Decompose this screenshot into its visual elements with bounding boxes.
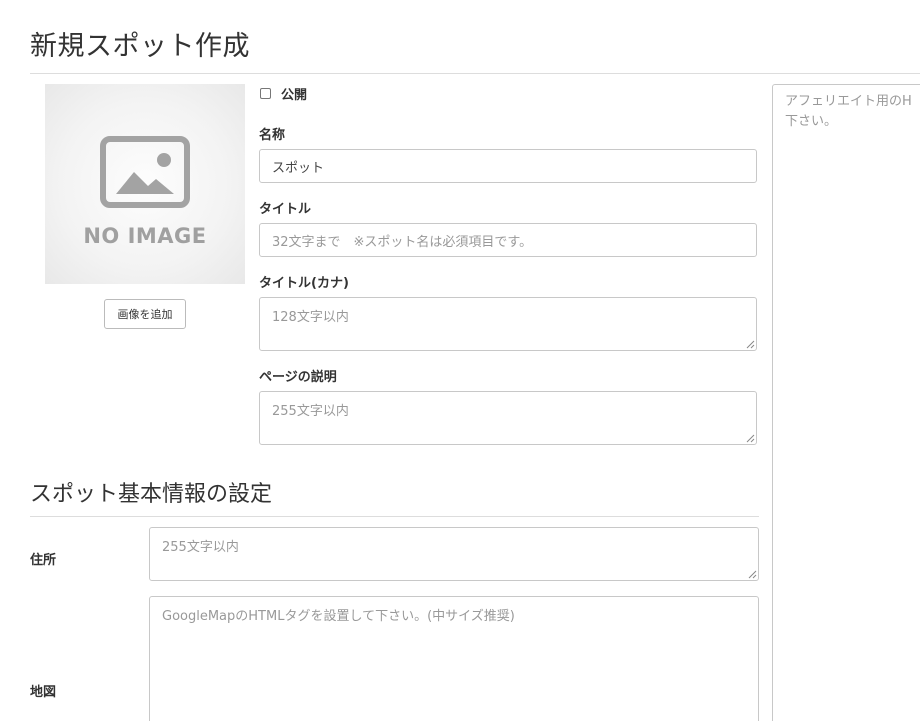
- title-kana-placeholder: 128文字以内: [272, 310, 349, 325]
- title-kana-textarea[interactable]: 128文字以内: [259, 297, 757, 351]
- section-divider: [30, 516, 759, 517]
- map-label: 地図: [30, 685, 57, 700]
- title-input[interactable]: 32文字まで ※スポット名は必須項目です。: [259, 223, 757, 257]
- name-input[interactable]: スポット: [259, 149, 757, 183]
- title-kana-label: タイトル(カナ): [259, 276, 349, 291]
- resize-handle-icon[interactable]: [746, 340, 755, 349]
- page-description-textarea[interactable]: 255文字以内: [259, 391, 757, 445]
- title-divider: [30, 73, 920, 74]
- address-placeholder: 255文字以内: [162, 540, 239, 555]
- name-label: 名称: [259, 128, 286, 143]
- affiliate-textarea[interactable]: アフェリエイト用のH 下さい。: [772, 84, 920, 721]
- address-textarea[interactable]: 255文字以内: [149, 527, 759, 581]
- image-icon: [100, 136, 190, 208]
- resize-handle-icon[interactable]: [748, 570, 757, 579]
- map-textarea[interactable]: GoogleMapのHTMLタグを設置して下さい。(中サイズ推奨): [149, 596, 759, 721]
- map-placeholder: GoogleMapのHTMLタグを設置して下さい。(中サイズ推奨): [162, 609, 515, 624]
- no-image-label: NO IMAGE: [83, 224, 207, 248]
- publish-row: 公開: [259, 84, 308, 103]
- page-title: 新規スポット作成: [30, 31, 250, 62]
- spot-create-page: 新規スポット作成 NO IMAGE 画像を追加 公開 名称 スポット タイトル …: [0, 0, 920, 721]
- add-image-button[interactable]: 画像を追加: [104, 299, 186, 329]
- section-title-basic-info: スポット基本情報の設定: [30, 482, 273, 507]
- resize-handle-icon[interactable]: [746, 434, 755, 443]
- title-label: タイトル: [259, 202, 312, 217]
- image-placeholder: NO IMAGE: [45, 84, 245, 284]
- page-description-label: ページの説明: [259, 370, 337, 385]
- page-description-placeholder: 255文字以内: [272, 404, 349, 419]
- address-label: 住所: [30, 553, 57, 568]
- publish-checkbox[interactable]: [260, 87, 271, 99]
- publish-label: 公開: [281, 87, 308, 103]
